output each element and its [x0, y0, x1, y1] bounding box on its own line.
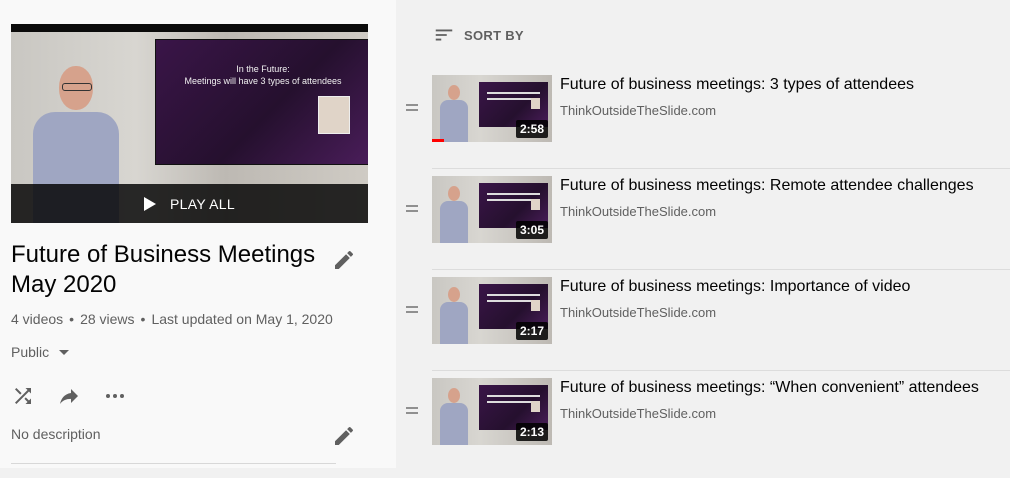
- more-horiz-icon[interactable]: [103, 384, 127, 408]
- speaker-portrait: [318, 96, 350, 134]
- video-title[interactable]: Future of business meetings: Importance …: [560, 277, 910, 297]
- video-thumbnail[interactable]: 2:13: [432, 378, 552, 445]
- play-all-button[interactable]: PLAY ALL: [11, 184, 368, 223]
- channel-name[interactable]: ThinkOutsideTheSlide.com: [560, 305, 716, 320]
- edit-title-pencil-icon[interactable]: [332, 248, 356, 272]
- slide-subheading: Meetings will have 3 types of attendees: [184, 76, 342, 86]
- watch-progress-bar: [432, 139, 444, 142]
- row-divider: [432, 370, 1010, 371]
- playlist-video-row[interactable]: 2:13 Future of business meetings: “When …: [402, 370, 1010, 478]
- edit-description-pencil-icon[interactable]: [332, 424, 356, 448]
- share-icon[interactable]: [57, 384, 81, 408]
- thumbnail-presenter: [440, 287, 468, 344]
- row-divider: [432, 168, 1010, 169]
- play-icon: [144, 196, 157, 211]
- playlist-thumbnail[interactable]: In the Future: Meetings will have 3 type…: [11, 24, 368, 223]
- video-thumbnail[interactable]: 2:58: [432, 75, 552, 142]
- view-count: 28 views: [80, 311, 135, 327]
- row-divider: [432, 269, 1010, 270]
- playlist-actions: [11, 384, 149, 408]
- thumbnail-presenter: [440, 85, 468, 142]
- drag-handle-icon[interactable]: [406, 407, 418, 417]
- video-duration: 3:05: [515, 221, 548, 239]
- playlist-video-row[interactable]: 2:17 Future of business meetings: Import…: [402, 269, 1010, 377]
- playlist-sidebar: In the Future: Meetings will have 3 type…: [0, 0, 396, 468]
- thumbnail-topbar: [11, 24, 368, 32]
- chevron-down-icon: [59, 349, 70, 355]
- slide-heading: In the Future:: [236, 64, 290, 74]
- video-thumbnail[interactable]: 3:05: [432, 176, 552, 243]
- channel-name[interactable]: ThinkOutsideTheSlide.com: [560, 103, 716, 118]
- sort-by-label: SORT BY: [464, 27, 524, 43]
- sidebar-divider: [11, 463, 336, 464]
- video-duration: 2:58: [515, 120, 548, 138]
- shuffle-icon[interactable]: [11, 384, 35, 408]
- sort-icon: [435, 29, 453, 41]
- privacy-value: Public: [11, 344, 50, 360]
- video-title[interactable]: Future of business meetings: “When conve…: [560, 378, 979, 398]
- drag-handle-icon[interactable]: [406, 104, 418, 114]
- playlist-description: No description: [11, 426, 101, 442]
- drag-handle-icon[interactable]: [406, 205, 418, 215]
- channel-name[interactable]: ThinkOutsideTheSlide.com: [560, 406, 716, 421]
- sort-by-button[interactable]: SORT BY: [433, 24, 524, 46]
- presentation-slide: In the Future: Meetings will have 3 type…: [155, 39, 368, 165]
- video-duration: 2:17: [515, 322, 548, 340]
- playlist-title: Future of Business Meetings May 2020: [11, 241, 316, 298]
- thumbnail-presenter: [440, 388, 468, 445]
- drag-handle-icon[interactable]: [406, 306, 418, 316]
- video-title[interactable]: Future of business meetings: Remote atte…: [560, 176, 974, 196]
- channel-name[interactable]: ThinkOutsideTheSlide.com: [560, 204, 716, 219]
- last-updated: Last updated on May 1, 2020: [151, 311, 333, 327]
- video-title[interactable]: Future of business meetings: 3 types of …: [560, 75, 914, 95]
- privacy-dropdown[interactable]: Public: [11, 344, 70, 360]
- video-count: 4 videos: [11, 311, 64, 327]
- thumbnail-presenter: [440, 186, 468, 243]
- play-all-label: PLAY ALL: [170, 195, 235, 212]
- video-thumbnail[interactable]: 2:17: [432, 277, 552, 344]
- playlist-stats: 4 videos • 28 views • Last updated on May 1,…: [11, 311, 333, 327]
- playlist-video-row[interactable]: 3:05 Future of business meetings: Remote…: [402, 168, 1010, 276]
- playlist-video-row[interactable]: 2:58 Future of business meetings: 3 type…: [402, 75, 1010, 175]
- video-duration: 2:13: [515, 423, 548, 441]
